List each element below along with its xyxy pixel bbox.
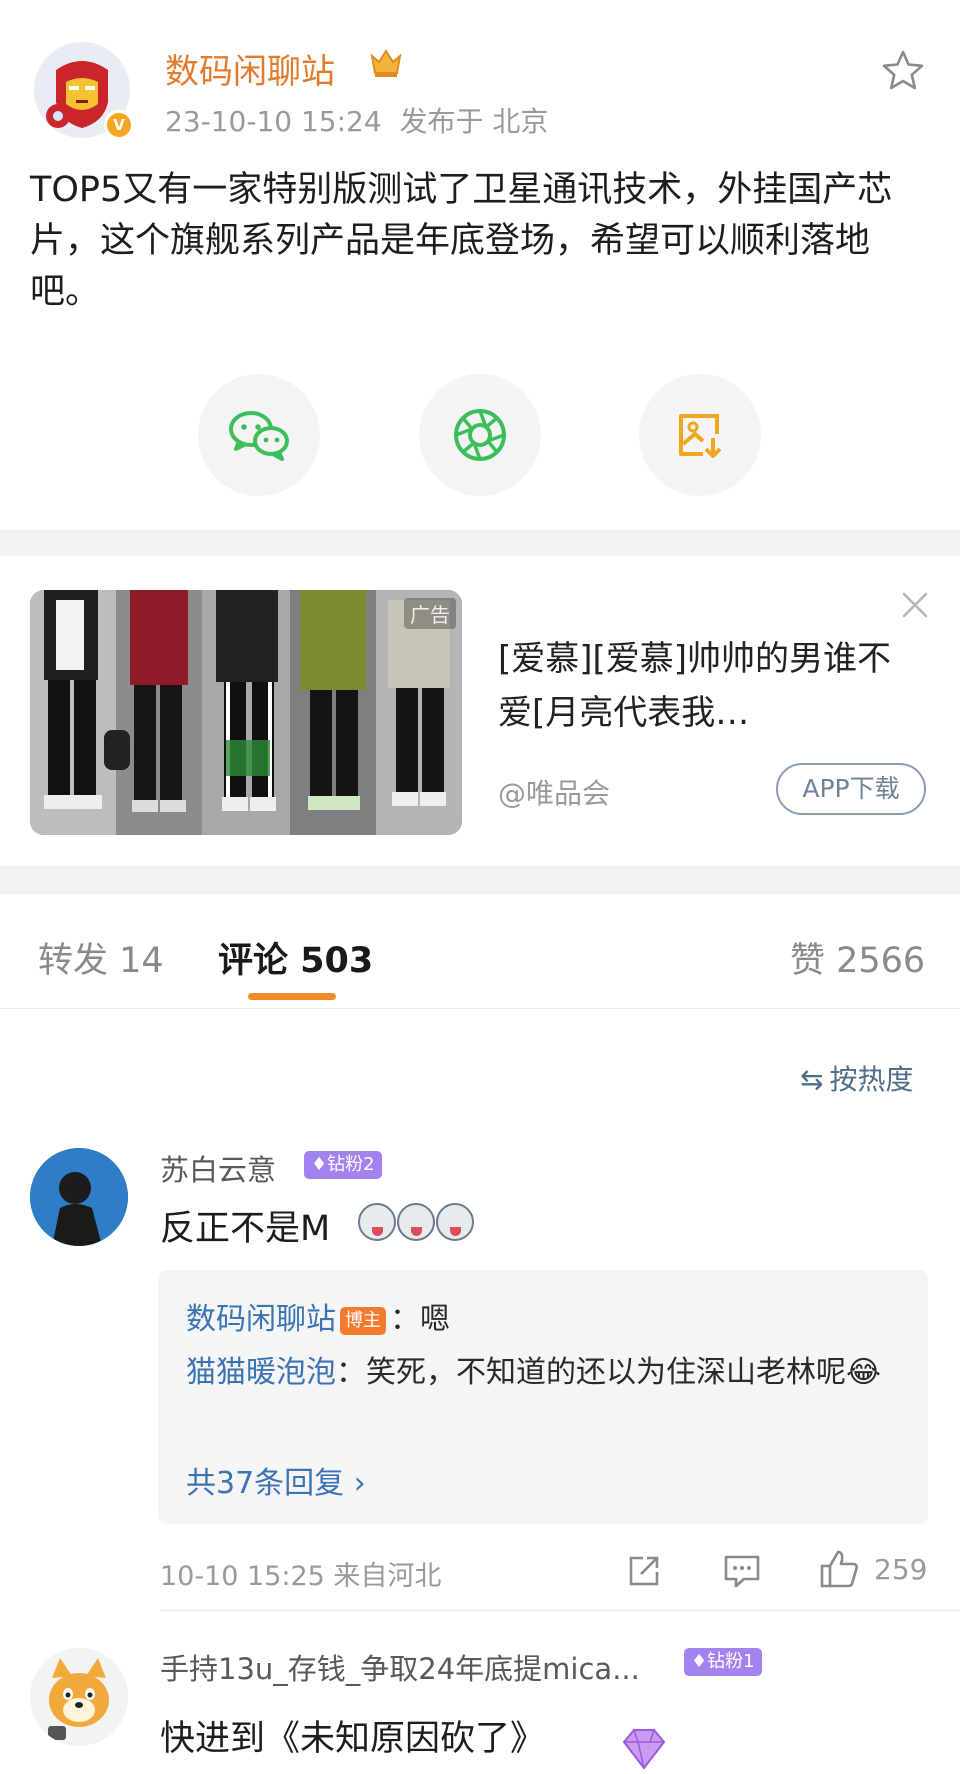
commenter-name[interactable]: 苏白云意 — [160, 1147, 276, 1189]
comment-icon[interactable] — [722, 1553, 762, 1589]
crown-badge-icon — [368, 46, 404, 80]
avatar-photo — [30, 1148, 128, 1246]
ad-source: @唯品会 — [498, 777, 611, 810]
wechat-icon — [229, 411, 289, 461]
husky-emoji-icon — [436, 1203, 474, 1241]
section-divider — [0, 530, 960, 556]
star-icon[interactable] — [880, 48, 926, 94]
comment-divider — [160, 1610, 960, 1611]
fan-badge-label: 钻粉1 — [707, 1651, 755, 1672]
verified-badge: V — [104, 110, 134, 140]
husky-emoji-icon — [397, 1203, 435, 1241]
ad-photo-models — [30, 590, 462, 835]
comment-meta: 10-10 15:25 来自河北 — [160, 1561, 442, 1592]
reply-text: ：嗯 — [390, 1302, 450, 1337]
share-icon[interactable] — [625, 1552, 663, 1590]
commenter-avatar[interactable] — [30, 1648, 128, 1746]
reply-author[interactable]: 猫猫暖泡泡 — [186, 1355, 336, 1390]
reply-item[interactable]: 猫猫暖泡泡：笑死，不知道的还以为住深山老林呢😂 — [186, 1350, 906, 1396]
reply-item[interactable]: 数码闲聊站 博主 ：嗯 — [186, 1294, 450, 1338]
thumbs-up-icon[interactable] — [818, 1548, 860, 1590]
post-text: TOP5又有一家特别版测试了卫星通讯技术，外挂国产芯片，这个旗舰系列产品是年底登… — [30, 170, 893, 312]
share-moments-button[interactable] — [419, 374, 541, 496]
gem-sticker-icon — [612, 1728, 676, 1770]
save-image-button[interactable] — [639, 374, 761, 496]
comment-text: 快进到《未知原因砍了》 — [160, 1719, 546, 1759]
blogger-badge: 博主 — [340, 1306, 386, 1335]
sort-by-hot-button[interactable]: ⇆ 按热度 — [800, 1058, 913, 1098]
reply-author[interactable]: 数码闲聊站 — [186, 1302, 336, 1337]
tabs-divider — [0, 1008, 960, 1009]
sort-label: 按热度 — [829, 1063, 914, 1096]
commenter-name[interactable]: 手持13u_存钱_争取24年底提mica... — [160, 1646, 640, 1688]
emoji-group — [358, 1203, 475, 1245]
save-image-icon — [679, 414, 722, 458]
post-timestamp: 23-10-10 15:24 — [165, 105, 382, 138]
tab-comments[interactable]: 评论 503 — [218, 932, 373, 983]
sort-icon: ⇆ — [800, 1063, 824, 1096]
view-all-replies-link[interactable]: 共37条回复 › — [186, 1458, 366, 1502]
diamond-icon: ♦ — [311, 1154, 328, 1175]
commenter-avatar[interactable] — [30, 1148, 128, 1246]
fan-level-badge: ♦钻粉1 — [684, 1648, 762, 1676]
fan-badge-label: 钻粉2 — [327, 1154, 375, 1175]
post-meta: 23-10-10 15:24 发布于 北京 — [165, 100, 548, 140]
ad-image[interactable]: 广告 — [30, 590, 462, 835]
husky-emoji-icon — [358, 1203, 396, 1241]
author-name[interactable]: 数码闲聊站 — [165, 44, 335, 93]
tab-likes[interactable]: 赞 2566 — [790, 932, 925, 983]
comment-text: 反正不是M — [160, 1209, 331, 1249]
app-download-button[interactable]: APP下载 — [776, 763, 926, 815]
ad-tag: 广告 — [404, 598, 456, 629]
share-wechat-button[interactable] — [198, 374, 320, 496]
reply-text: ：笑死，不知道的还以为住深山老林呢😂 — [336, 1355, 882, 1390]
post-location: 发布于 北京 — [399, 105, 549, 138]
fan-level-badge: ♦钻粉2 — [304, 1151, 382, 1179]
cartoon-dog-avatar — [30, 1648, 128, 1746]
section-divider — [0, 866, 960, 894]
close-icon[interactable] — [898, 588, 932, 622]
diamond-icon: ♦ — [691, 1651, 708, 1672]
like-count: 259 — [874, 1553, 928, 1586]
tab-repost[interactable]: 转发 14 — [38, 932, 164, 983]
ad-text[interactable]: [爱慕][爱慕]帅帅的男谁不爱[月亮代表我… — [498, 632, 898, 740]
moments-shutter-icon — [454, 409, 506, 461]
active-tab-indicator — [248, 993, 336, 1000]
